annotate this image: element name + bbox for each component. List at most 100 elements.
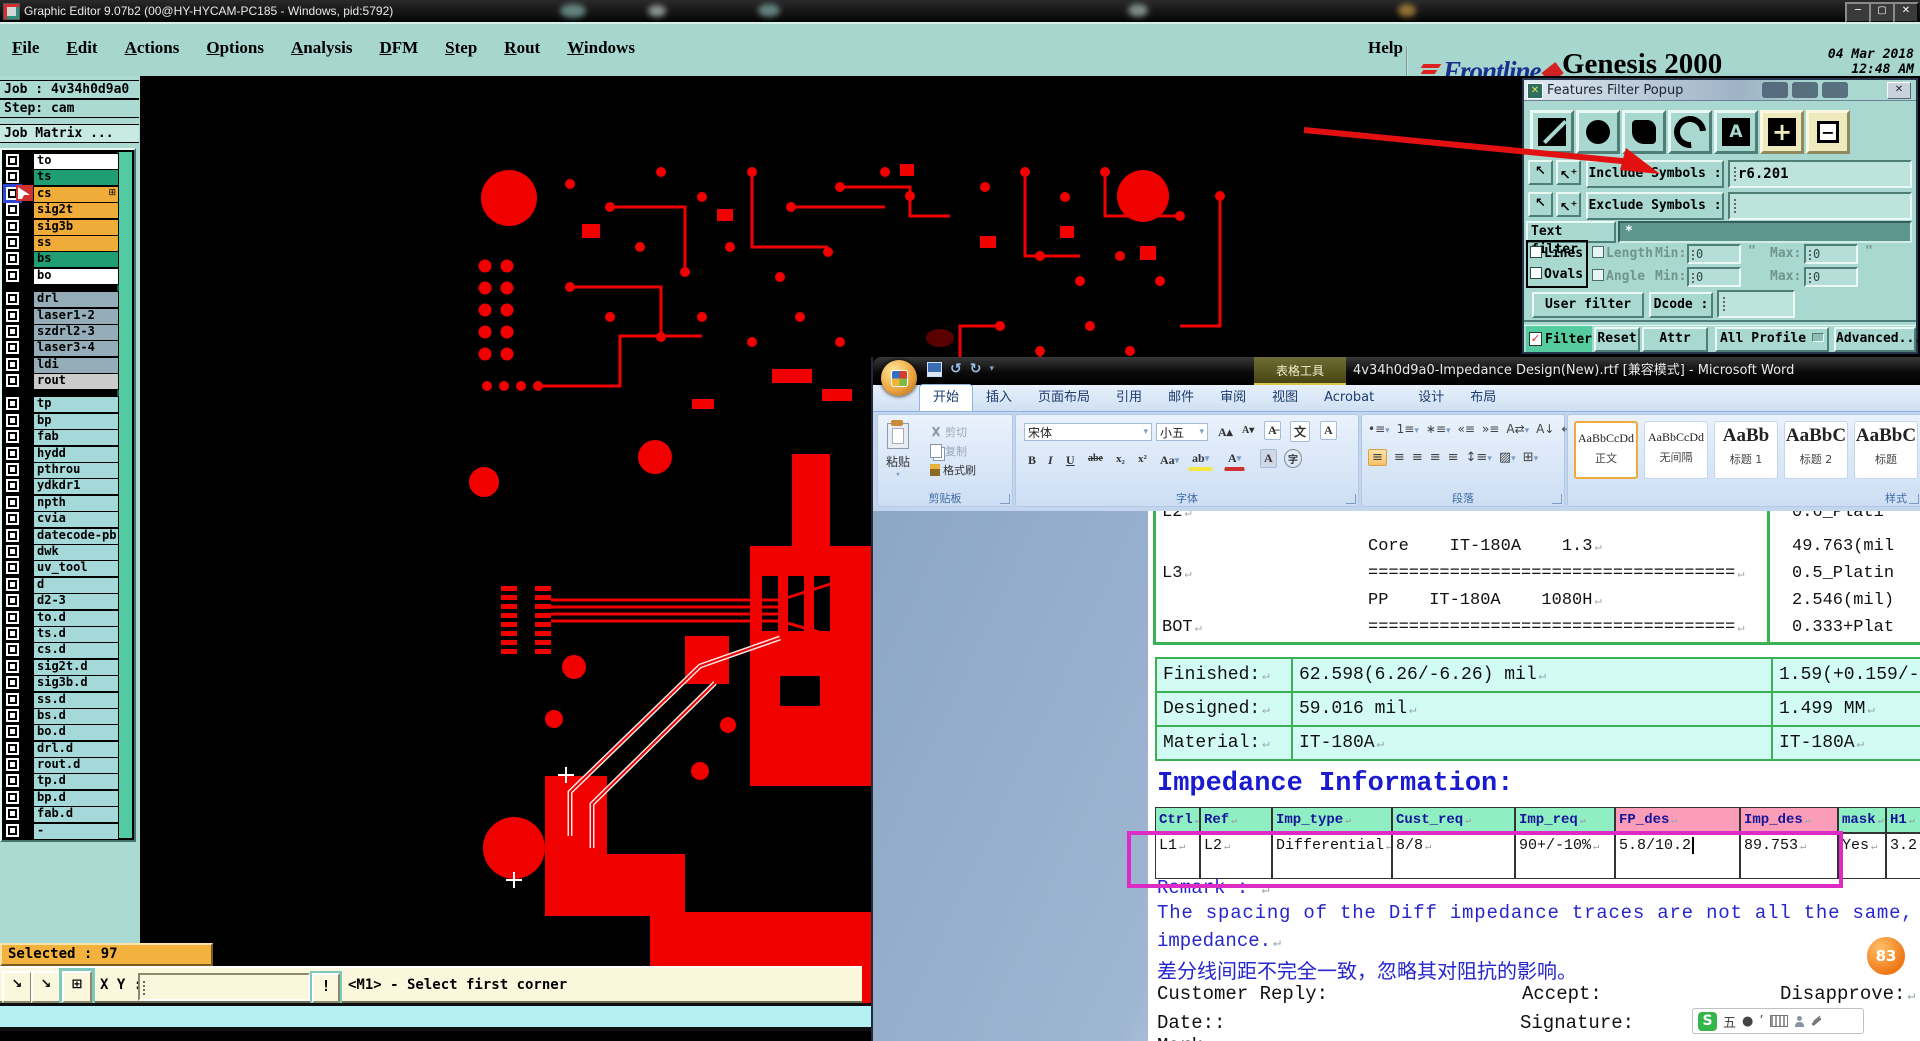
user-filter-button[interactable]: User filter ... (1532, 292, 1644, 334)
angle-max-input[interactable]: 0 (1804, 267, 1858, 287)
attr-button[interactable]: Attr ... (1642, 327, 1708, 366)
menu-rout[interactable]: Rout (504, 38, 540, 58)
layer-checkbox[interactable] (6, 235, 19, 249)
layer-checkbox[interactable] (6, 252, 19, 266)
layer-checkbox[interactable] (6, 219, 19, 233)
layer-row[interactable]: sig2t.d (3, 658, 119, 676)
layer-checkbox[interactable] (6, 446, 19, 460)
save-icon[interactable] (927, 361, 942, 377)
shrink-font-button[interactable]: A▾ (1238, 423, 1258, 438)
layer-checkbox[interactable] (6, 544, 19, 558)
layer-row[interactable]: laser3-4 (3, 340, 119, 358)
numbering-icon[interactable]: 1≡▾ (1397, 422, 1419, 436)
exclude-pick-icon[interactable]: ↖ (1528, 192, 1553, 217)
layer-checkbox[interactable] (6, 725, 19, 739)
layer-checkbox[interactable] (6, 790, 19, 804)
layer-checkbox[interactable] (6, 479, 19, 493)
layer-row[interactable]: d (3, 576, 119, 594)
layer-row[interactable]: cvia (3, 511, 119, 529)
bullets-icon[interactable]: •≡▾ (1368, 422, 1390, 436)
layer-checkbox[interactable] (6, 823, 19, 837)
menu-edit[interactable]: Edit (66, 38, 97, 58)
layer-checkbox[interactable] (6, 413, 19, 427)
layer-row[interactable]: ydkdr1 (3, 478, 119, 496)
dialog-launcher-icon[interactable] (1346, 494, 1356, 504)
close-button[interactable]: ✕ (1893, 2, 1919, 23)
xy-input[interactable] (138, 973, 310, 1001)
layer-row[interactable]: bo.d (3, 724, 119, 742)
layer-checkbox[interactable] (6, 807, 19, 821)
layer-row[interactable]: npth (3, 494, 119, 512)
layer-row[interactable]: tp (3, 396, 119, 414)
tab-layout[interactable]: 布局 (1457, 385, 1509, 411)
decrease-indent-icon[interactable]: «≡ (1458, 422, 1475, 436)
menu-step[interactable]: Step (445, 38, 477, 58)
cut-button[interactable]: 剪切 (930, 423, 976, 440)
tab-acrobat[interactable]: Acrobat (1311, 385, 1387, 411)
layer-checkbox[interactable] (6, 528, 19, 542)
include-symbols-input[interactable]: r6.201 (1728, 160, 1912, 188)
menu-file[interactable]: File (12, 38, 39, 58)
qat-dropdown-icon[interactable]: ▾ (989, 364, 994, 374)
enclose-char-button[interactable]: 字 (1284, 449, 1302, 468)
layer-row[interactable]: bp (3, 412, 119, 430)
minimize-button[interactable]: ─ (1845, 2, 1871, 23)
font-color-button[interactable]: A ▾ (1224, 449, 1246, 471)
undo-icon[interactable]: ↺ (950, 361, 962, 377)
length-min-input[interactable]: 0 (1687, 244, 1741, 264)
layer-row[interactable]: to.d (3, 609, 119, 627)
layer-checkbox[interactable] (6, 203, 19, 217)
layer-checkbox[interactable] (6, 577, 19, 591)
menu-help[interactable]: Help (1368, 38, 1403, 58)
layer-checkbox[interactable] (6, 659, 19, 673)
layer-checkbox[interactable] (6, 741, 19, 755)
tab-mailings[interactable]: 邮件 (1155, 385, 1207, 411)
layer-checkbox[interactable] (6, 397, 19, 411)
layer-row[interactable]: - (3, 822, 119, 840)
filter-text-button[interactable]: A (1714, 110, 1758, 154)
asian-layout-icon[interactable]: A⇄▾ (1506, 422, 1529, 436)
layer-row[interactable]: rout.d (3, 757, 119, 775)
checkbox-icon[interactable] (1592, 269, 1604, 281)
checkbox-icon[interactable] (1592, 246, 1604, 258)
dcode-button[interactable]: Dcode : (1649, 292, 1713, 318)
italic-button[interactable]: I (1044, 451, 1057, 470)
layer-row-to[interactable]: to (3, 153, 119, 170)
align-left-icon[interactable]: ≡ (1368, 449, 1387, 466)
layer-checkbox[interactable] (6, 512, 19, 526)
layer-row[interactable]: fab.d (3, 806, 119, 824)
angle-checkbox[interactable]: Angle (1592, 269, 1645, 284)
multilevel-list-icon[interactable]: ∗≡▾ (1426, 422, 1451, 436)
layer-checkbox[interactable] (6, 154, 19, 167)
font-name-combo[interactable]: 宋体 ▾ (1024, 423, 1152, 441)
bold-button[interactable]: B (1024, 451, 1040, 470)
layer-row[interactable]: dwk (3, 543, 119, 561)
highlight-button[interactable]: ab ▾ (1188, 449, 1214, 471)
layer-row[interactable]: tp.d (3, 773, 119, 791)
notification-badge[interactable]: 83 (1864, 934, 1908, 978)
exclude-pick-add-icon[interactable]: ↖+ (1556, 192, 1581, 217)
layer-row-bo[interactable]: bo (3, 267, 119, 285)
length-checkbox[interactable]: Length (1592, 246, 1653, 261)
shading-button[interactable]: A (1260, 449, 1277, 468)
tab-view[interactable]: 视图 (1259, 385, 1311, 411)
layer-checkbox[interactable] (6, 357, 19, 371)
layer-checkbox[interactable] (6, 463, 19, 477)
align-center-icon[interactable]: ≡ (1394, 450, 1405, 465)
layer-checkbox[interactable] (6, 676, 19, 690)
layer-checkbox[interactable] (6, 374, 19, 388)
justify-icon[interactable]: ≡ (1430, 450, 1441, 465)
lines-checkbox[interactable]: Lines (1530, 246, 1583, 261)
exclude-symbols-button[interactable]: Exclude Symbols : (1586, 192, 1724, 220)
layer-expand-icon[interactable]: ⊞ (108, 188, 116, 198)
style-heading2[interactable]: AaBbC 标题 2 (1784, 421, 1848, 479)
layer-checkbox[interactable] (6, 643, 19, 657)
layer-row[interactable]: bp.d (3, 789, 119, 807)
layer-checkbox[interactable] (6, 692, 19, 706)
layer-row[interactable]: fab (3, 429, 119, 447)
exclude-symbols-input[interactable] (1728, 192, 1912, 220)
popup-close-icon[interactable]: ✕ (1887, 82, 1911, 99)
tab-insert[interactable]: 插入 (973, 385, 1025, 411)
layer-row[interactable]: laser1-2 (3, 307, 119, 325)
menu-dfm[interactable]: DFM (379, 38, 418, 58)
